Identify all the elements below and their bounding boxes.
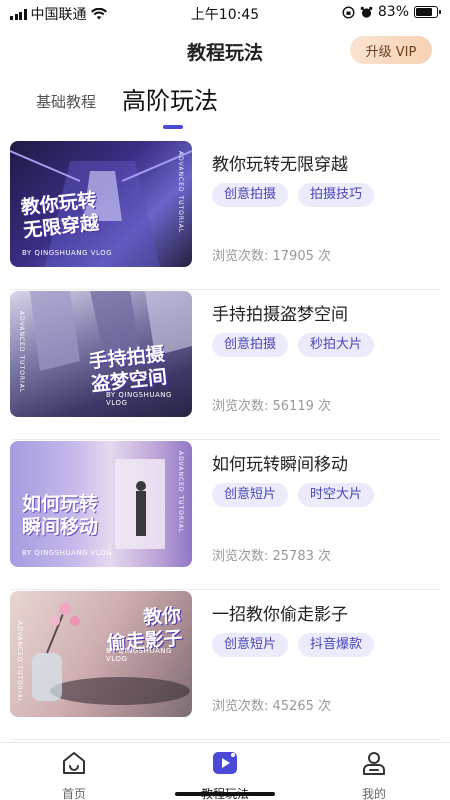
- thumbnail-title: 教你玩转 无限穿越: [19, 189, 101, 242]
- tutorial-thumbnail[interactable]: 教你玩转 无限穿越 BY QINGSHUANG VLOG ADVANCED TU…: [10, 141, 192, 267]
- active-tab-indicator: [163, 125, 183, 129]
- profile-icon: [363, 752, 385, 775]
- view-count: 浏览次数: 45265 次: [212, 699, 331, 714]
- view-count: 浏览次数: 17905 次: [212, 249, 331, 264]
- tabbar-mine-label: 我的: [361, 787, 386, 800]
- tabbar-home-label: 首页: [61, 787, 86, 800]
- thumbnail-side-label: ADVANCED TUTORIAL: [177, 151, 184, 234]
- tutorial-title[interactable]: 如何玩转瞬间移动: [212, 450, 348, 475]
- home-icon: [63, 752, 85, 774]
- tag-chip[interactable]: 创意短片: [212, 633, 289, 657]
- tabbar-mine[interactable]: 我的: [324, 749, 424, 800]
- tag-list: 创意拍摄 秒拍大片: [212, 333, 375, 357]
- tag-chip[interactable]: 抖音爆款: [298, 633, 375, 657]
- alarm-icon: [360, 6, 373, 18]
- view-count: 浏览次数: 56119 次: [212, 399, 331, 414]
- tutorial-card[interactable]: 教你玩转 无限穿越 BY QINGSHUANG VLOG ADVANCED TU…: [10, 140, 440, 290]
- tag-list: 创意短片 时空大片: [212, 483, 375, 507]
- thumbnail-byline: BY QINGSHUANG VLOG: [106, 647, 172, 663]
- play-tutorial-icon: [213, 752, 237, 774]
- orientation-lock-icon: [342, 5, 355, 19]
- thumbnail-byline: BY QINGSHUANG VLOG: [22, 249, 113, 257]
- tutorial-thumbnail[interactable]: 教你 偷走影子 BY QINGSHUANG VLOG ADVANCED TUTO…: [10, 591, 192, 717]
- thumbnail-byline: BY QINGSHUANG VLOG: [106, 391, 172, 407]
- home-indicator: [175, 792, 275, 796]
- tag-chip[interactable]: 创意拍摄: [212, 183, 289, 207]
- tag-chip[interactable]: 创意拍摄: [212, 333, 289, 357]
- upgrade-vip-button[interactable]: 升级 VIP: [350, 36, 432, 64]
- thumbnail-byline: BY QINGSHUANG VLOG: [22, 549, 113, 557]
- tutorial-thumbnail[interactable]: 手持拍摄 盗梦空间 BY QINGSHUANG VLOG ADVANCED TU…: [10, 291, 192, 417]
- status-bar: 中国联通 上午10:45 83%: [0, 0, 450, 26]
- tab-advanced-play[interactable]: 高阶玩法: [122, 81, 218, 116]
- tutorial-card[interactable]: 如何玩转 瞬间移动 BY QINGSHUANG VLOG ADVANCED TU…: [10, 440, 440, 590]
- battery-icon: [414, 6, 441, 18]
- header: 教程玩法 升级 VIP: [0, 26, 450, 74]
- tutorial-title[interactable]: 手持拍摄盗梦空间: [212, 300, 348, 325]
- tutorial-thumbnail[interactable]: 如何玩转 瞬间移动 BY QINGSHUANG VLOG ADVANCED TU…: [10, 441, 192, 567]
- tag-list: 创意拍摄 拍摄技巧: [212, 183, 375, 207]
- thumbnail-side-label: ADVANCED TUTORIAL: [16, 621, 23, 704]
- tutorial-title[interactable]: 教你玩转无限穿越: [212, 150, 348, 175]
- tag-chip[interactable]: 创意短片: [212, 483, 289, 507]
- battery-percent: 83%: [377, 4, 409, 20]
- bottom-tab-bar: 首页 教程玩法 我的: [0, 742, 450, 800]
- tutorial-card[interactable]: 教你 偷走影子 BY QINGSHUANG VLOG ADVANCED TUTO…: [10, 590, 440, 740]
- tutorial-title[interactable]: 一招教你偷走影子: [212, 600, 348, 625]
- tabbar-home[interactable]: 首页: [24, 749, 124, 800]
- battery-fill: [416, 8, 432, 16]
- tag-chip[interactable]: 时空大片: [298, 483, 375, 507]
- thumbnail-side-label: ADVANCED TUTORIAL: [177, 451, 184, 534]
- tag-chip[interactable]: 秒拍大片: [298, 333, 375, 357]
- view-count: 浏览次数: 25783 次: [212, 549, 331, 564]
- thumbnail-title: 如何玩转 瞬间移动: [22, 493, 99, 538]
- thumbnail-title: 手持拍摄 盗梦空间: [87, 343, 169, 396]
- tab-basic-tutorial[interactable]: 基础教程: [36, 91, 96, 112]
- tag-list: 创意短片 抖音爆款: [212, 633, 375, 657]
- tutorial-card[interactable]: 手持拍摄 盗梦空间 BY QINGSHUANG VLOG ADVANCED TU…: [10, 290, 440, 440]
- tag-chip[interactable]: 拍摄技巧: [298, 183, 375, 207]
- category-tabs: 基础教程 高阶玩法: [0, 82, 450, 132]
- tutorial-list: 教你玩转 无限穿越 BY QINGSHUANG VLOG ADVANCED TU…: [0, 140, 450, 740]
- thumbnail-side-label: ADVANCED TUTORIAL: [18, 311, 25, 394]
- status-right: 83%: [342, 4, 441, 20]
